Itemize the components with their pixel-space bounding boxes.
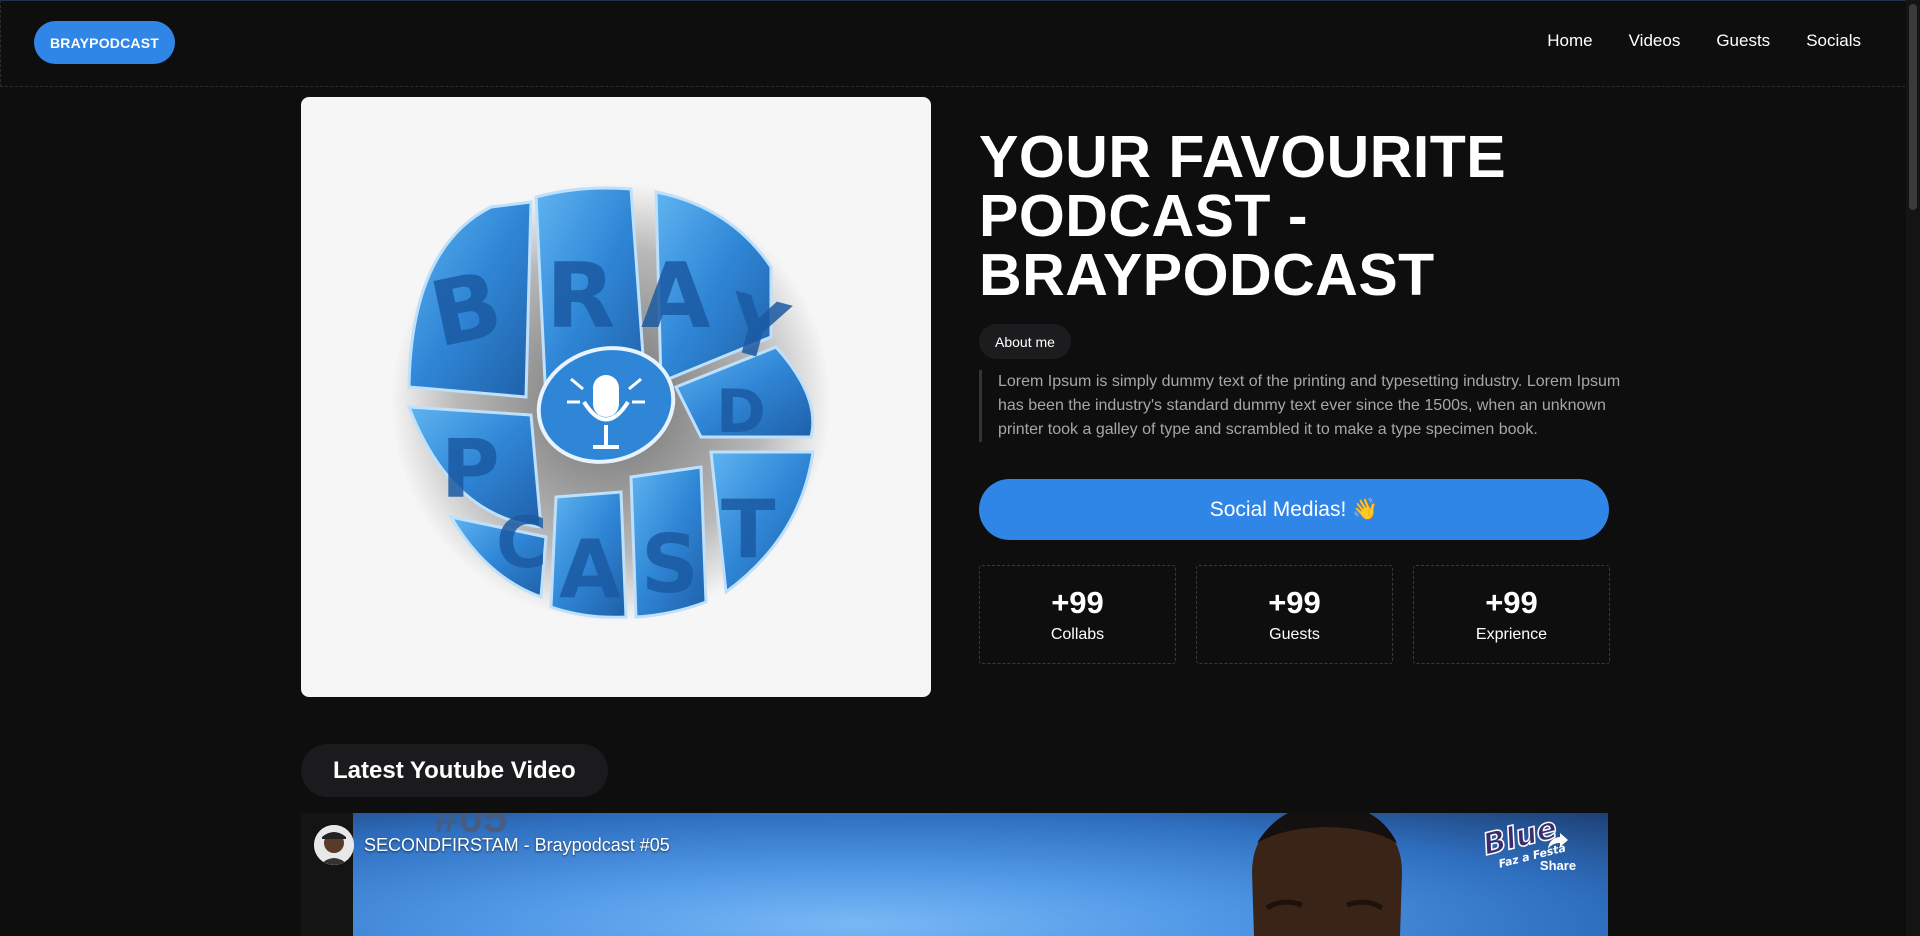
- nav-link-home[interactable]: Home: [1547, 31, 1592, 51]
- about-me-badge: About me: [979, 324, 1071, 359]
- svg-text:A: A: [641, 244, 711, 349]
- social-medias-button[interactable]: Social Medias! 👋: [979, 479, 1609, 540]
- stat-value: +99: [1485, 584, 1538, 620]
- youtube-video-embed[interactable]: #05 SECONDFIRSTAM - Braypodcast #05 Blue…: [301, 813, 1608, 936]
- page-scrollbar[interactable]: [1906, 0, 1920, 936]
- stat-card-collabs: +99 Collabs: [979, 565, 1176, 664]
- stat-label: Collabs: [1050, 625, 1105, 643]
- svg-text:A: A: [559, 523, 621, 616]
- svg-text:D: D: [716, 377, 766, 447]
- braypodcast-logo-graphic: B R A Y P C A S T D: [391, 182, 831, 622]
- svg-text:C: C: [496, 502, 547, 584]
- nav-link-guests[interactable]: Guests: [1716, 31, 1770, 51]
- stat-card-guests: +99 Guests: [1196, 565, 1393, 664]
- stat-card-experience: +99 Exprience: [1413, 565, 1610, 664]
- latest-video-heading: Latest Youtube Video: [301, 744, 608, 797]
- stat-value: +99: [1268, 584, 1321, 620]
- stat-value: +99: [1051, 584, 1104, 620]
- about-description: Lorem Ipsum is simply dummy text of the …: [979, 370, 1630, 442]
- podcast-logo-image: B R A Y P C A S T D: [301, 97, 931, 697]
- scrollbar-thumb[interactable]: [1909, 4, 1917, 210]
- svg-text:P: P: [441, 423, 500, 516]
- svg-text:T: T: [721, 483, 776, 576]
- stat-label: Exprience: [1475, 625, 1548, 643]
- hero-title-line: BRAYPODCAST: [979, 242, 1435, 308]
- share-label: Share: [1539, 858, 1577, 873]
- svg-text:R: R: [546, 244, 615, 349]
- guest-portrait: [1252, 813, 1402, 936]
- nav-link-socials[interactable]: Socials: [1806, 31, 1861, 51]
- share-button[interactable]: Share: [1536, 831, 1580, 873]
- stat-label: Guests: [1269, 625, 1320, 643]
- svg-text:S: S: [641, 518, 699, 611]
- hero-title-line: YOUR FAVOURITE: [979, 124, 1507, 190]
- video-title[interactable]: SECONDFIRSTAM - Braypodcast #05: [364, 835, 670, 856]
- navbar: BRAYPODCAST Home Videos Guests Socials: [0, 0, 1920, 87]
- stats-row: +99 Collabs +99 Guests +99 Exprience: [979, 565, 1610, 664]
- hero-title: YOUR FAVOURITE PODCAST - BRAYPODCAST: [979, 128, 1559, 305]
- hero-title-line: PODCAST -: [979, 183, 1308, 249]
- nav-link-videos[interactable]: Videos: [1629, 31, 1681, 51]
- share-arrow-icon: [1548, 833, 1568, 849]
- brand-button[interactable]: BRAYPODCAST: [34, 21, 176, 64]
- channel-avatar[interactable]: [314, 825, 354, 865]
- main-nav: Home Videos Guests Socials: [1547, 31, 1861, 51]
